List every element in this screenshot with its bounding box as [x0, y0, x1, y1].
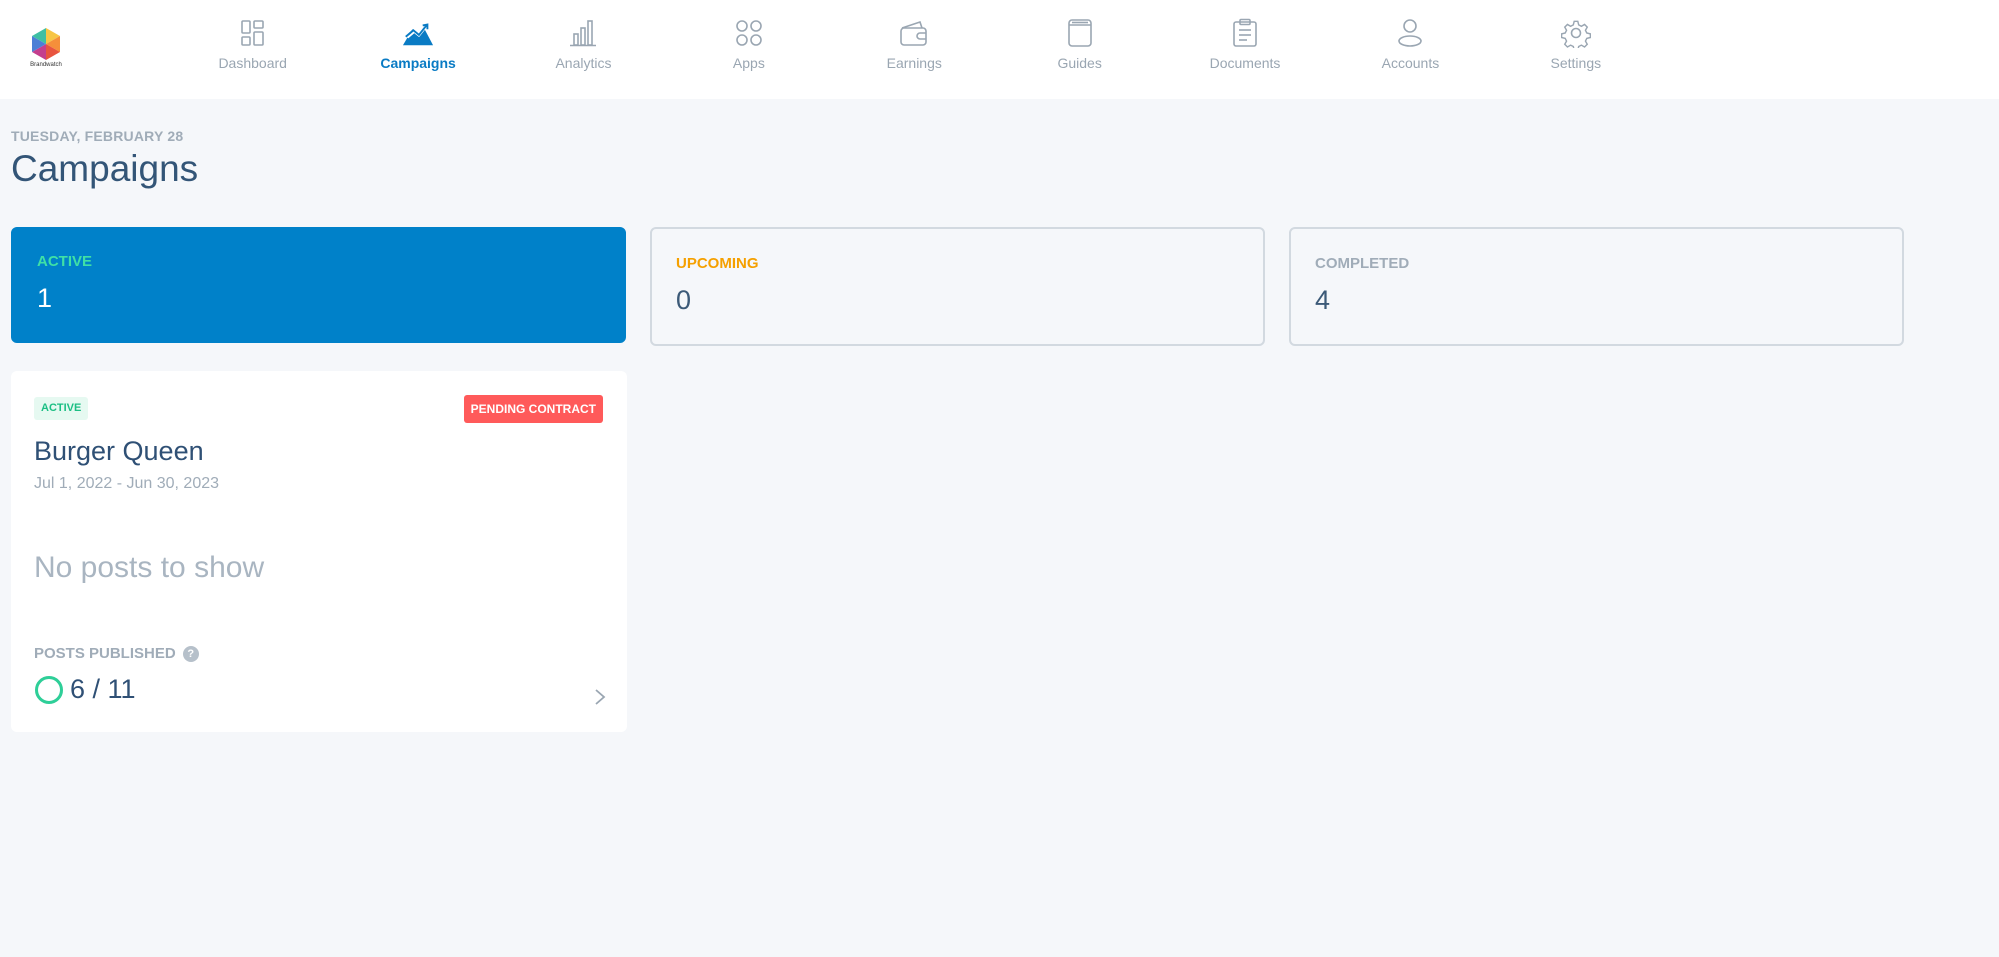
stat-value: 0: [676, 285, 692, 315]
nav-label: Analytics: [555, 55, 612, 71]
pending-contract-badge: PENDING CONTRACT: [463, 395, 603, 423]
progress-ring-fill: [35, 675, 63, 704]
nav-label: Documents: [1209, 55, 1281, 71]
completed-campaigns-card[interactable]: COMPLETED 4: [1289, 227, 1904, 346]
progress-ring-icon: [35, 675, 63, 704]
analytics-icon: [567, 17, 599, 49]
nav-label: Campaigns: [380, 55, 456, 71]
nav-item-apps[interactable]: Apps: [666, 0, 831, 99]
stat-label: ACTIVE: [37, 253, 93, 270]
brand-logo[interactable]: Brandwatch: [28, 26, 64, 74]
nav-item-documents[interactable]: Documents: [1162, 0, 1327, 99]
nav-label: Settings: [1550, 55, 1602, 71]
posts-count: 6 / 11: [70, 674, 136, 704]
page-title: Campaigns: [11, 148, 199, 189]
book-icon: [1064, 17, 1096, 49]
stat-value: 1: [37, 283, 53, 313]
posts-progress: 6 / 11: [34, 674, 136, 705]
nav-item-settings[interactable]: Settings: [1493, 0, 1658, 99]
upcoming-campaigns-card[interactable]: UPCOMING 0: [650, 227, 1265, 346]
status-badge: ACTIVE: [34, 397, 89, 420]
stat-value: 4: [1315, 285, 1331, 315]
help-icon[interactable]: ?: [182, 645, 199, 662]
chevron-right-icon[interactable]: [593, 687, 607, 707]
nav-label: Guides: [1057, 55, 1102, 71]
wallet-icon: [898, 17, 930, 49]
nav-label: Dashboard: [218, 55, 287, 71]
stat-label: UPCOMING: [676, 255, 759, 272]
main-nav: Dashboard Campaigns Analytics Apps Earni…: [170, 0, 1659, 99]
clipboard-icon: [1229, 17, 1261, 49]
campaign-dates: Jul 1, 2022 - Jun 30, 2023: [34, 475, 220, 492]
current-date: TUESDAY, FEBRUARY 28: [11, 128, 184, 144]
nav-item-accounts[interactable]: Accounts: [1328, 0, 1493, 99]
campaign-card[interactable]: ACTIVE PENDING CONTRACT Burger Queen Jul…: [11, 371, 627, 732]
posts-published-text: POSTS PUBLISHED: [34, 645, 176, 662]
stat-label: COMPLETED: [1315, 255, 1410, 272]
hexagon-logo-icon: [32, 28, 60, 60]
user-icon: [1394, 17, 1426, 49]
nav-item-guides[interactable]: Guides: [997, 0, 1162, 99]
nav-label: Accounts: [1381, 55, 1440, 71]
campaigns-icon: [402, 17, 434, 49]
nav-label: Apps: [732, 55, 765, 71]
apps-icon: [733, 17, 765, 49]
gear-icon: [1560, 17, 1592, 49]
active-campaigns-card[interactable]: ACTIVE 1: [11, 227, 626, 343]
campaign-name: Burger Queen: [34, 436, 204, 466]
posts-published-label: POSTS PUBLISHED ?: [34, 645, 199, 662]
top-navigation-bar: Brandwatch Dashboard Campaigns Analytics…: [0, 0, 1999, 99]
dashboard-icon: [237, 17, 269, 49]
nav-item-earnings[interactable]: Earnings: [832, 0, 997, 99]
logo-text: Brandwatch: [30, 62, 62, 68]
nav-item-dashboard[interactable]: Dashboard: [170, 0, 335, 99]
empty-posts-message: No posts to show: [34, 551, 265, 584]
nav-item-campaigns[interactable]: Campaigns: [335, 0, 500, 99]
nav-label: Earnings: [886, 55, 942, 71]
nav-item-analytics[interactable]: Analytics: [501, 0, 666, 99]
